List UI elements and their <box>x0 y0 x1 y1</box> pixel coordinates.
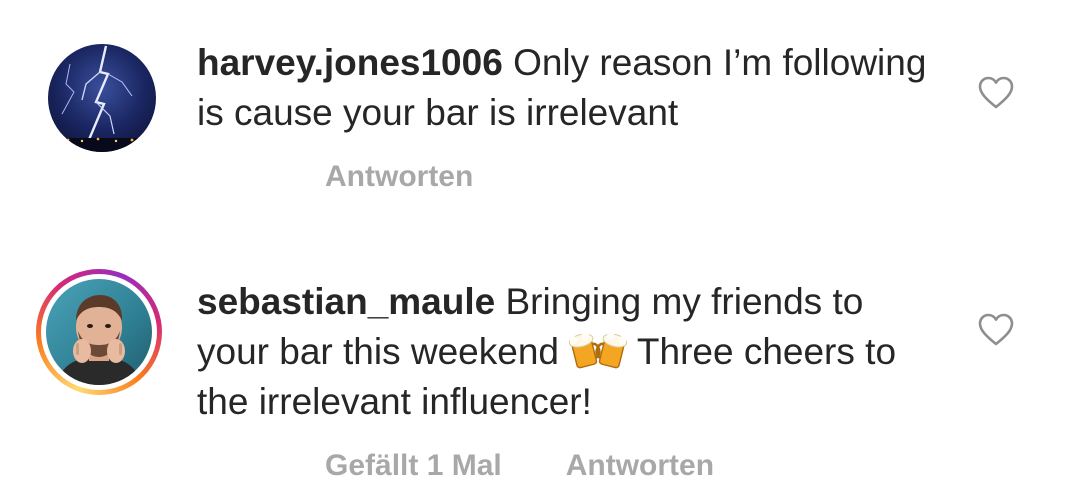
beer-mugs-emoji <box>569 330 628 370</box>
heart-outline-icon[interactable] <box>978 76 1014 110</box>
comment-item: harvey.jones1006 Only reason I’m followi… <box>0 0 1080 230</box>
story-ring <box>36 269 162 395</box>
avatar[interactable] <box>48 44 156 152</box>
comment-username[interactable]: harvey.jones1006 <box>197 42 503 83</box>
lightning-storm-avatar <box>48 44 156 152</box>
comment-actions: Antworten <box>325 160 473 194</box>
comment-actions: Gefällt 1 Mal Antworten <box>325 449 714 483</box>
likes-count-button[interactable]: Gefällt 1 Mal <box>325 449 502 483</box>
heart-outline-icon[interactable] <box>978 313 1014 347</box>
comment-username[interactable]: sebastian_maule <box>197 281 495 322</box>
comment-item: sebastian_maule Bringing my friends to y… <box>0 255 1080 500</box>
avatar[interactable] <box>36 269 162 395</box>
comment-text: sebastian_maule Bringing my friends to y… <box>197 277 937 427</box>
reply-button[interactable]: Antworten <box>566 449 714 483</box>
reply-button[interactable]: Antworten <box>325 160 473 194</box>
profile-photo-avatar <box>46 279 152 385</box>
comment-text: harvey.jones1006 Only reason I’m followi… <box>197 38 937 138</box>
